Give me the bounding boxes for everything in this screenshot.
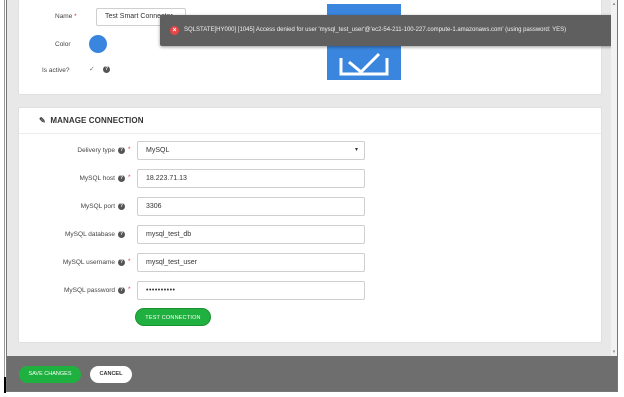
mysql-password-label: MySQL password xyxy=(63,287,115,294)
scrollbar[interactable] xyxy=(611,0,617,356)
info-icon[interactable]: ? xyxy=(118,287,125,294)
required-marker: * xyxy=(128,174,131,181)
error-message: SQLSTATE[HY000] [1045] Access denied for… xyxy=(184,27,567,33)
info-icon[interactable]: ? xyxy=(118,231,125,238)
error-toast[interactable]: × SQLSTATE[HY000] [1045] Access denied f… xyxy=(160,15,614,46)
info-icon[interactable]: ? xyxy=(118,203,125,210)
color-picker-swatch[interactable] xyxy=(89,35,107,53)
color-label: Color xyxy=(55,41,71,48)
mysql-port-field[interactable]: 3306 xyxy=(137,197,365,216)
info-icon[interactable]: ? xyxy=(118,175,125,182)
mysql-database-label: MySQL database xyxy=(65,231,115,238)
scroll-up-icon[interactable]: ▴ xyxy=(611,0,617,8)
required-marker: * xyxy=(128,258,131,265)
mysql-username-field[interactable]: mysql_test_user xyxy=(137,253,365,272)
info-icon[interactable]: ? xyxy=(103,66,110,73)
info-icon[interactable]: ? xyxy=(118,259,125,266)
required-marker: * xyxy=(128,146,131,153)
manage-connection-card: ✎ MANAGE CONNECTION Delivery type ? * My… xyxy=(18,107,602,343)
mysql-password-field[interactable]: •••••••••• xyxy=(137,281,365,300)
required-marker: * xyxy=(128,286,131,293)
info-icon[interactable]: ? xyxy=(118,147,125,154)
save-changes-button[interactable]: SAVE CHANGES xyxy=(19,366,81,383)
mysql-username-label: MySQL username xyxy=(62,259,115,266)
plug-icon: ✎ xyxy=(39,116,46,125)
scroll-down-icon[interactable]: ▾ xyxy=(611,348,617,356)
delivery-type-select[interactable]: MySQL ▾ xyxy=(137,141,365,160)
is-active-checkbox[interactable]: ✓ xyxy=(89,65,95,73)
action-footer: SAVE CHANGES CANCEL xyxy=(7,356,617,391)
cancel-button[interactable]: CANCEL xyxy=(90,366,132,383)
name-label: Name * xyxy=(55,13,77,20)
is-active-label: Is active? xyxy=(42,67,70,74)
mysql-host-label: MySQL host xyxy=(79,175,115,182)
test-connection-button[interactable]: TEST CONNECTION xyxy=(135,308,211,326)
chevron-down-icon: ▾ xyxy=(354,147,358,153)
page-left-rule xyxy=(0,0,5,392)
app-frame: Name * Test Smart Connector Color Is act… xyxy=(6,0,618,392)
mysql-host-field[interactable]: 18.223.71.13 xyxy=(137,169,365,188)
section-title: ✎ MANAGE CONNECTION xyxy=(39,116,144,125)
error-icon: × xyxy=(170,26,179,35)
delivery-type-label: Delivery type xyxy=(77,147,115,154)
mysql-database-field[interactable]: mysql_test_db xyxy=(137,225,365,244)
divider xyxy=(19,133,601,134)
mysql-port-label: MySQL port xyxy=(80,203,115,210)
